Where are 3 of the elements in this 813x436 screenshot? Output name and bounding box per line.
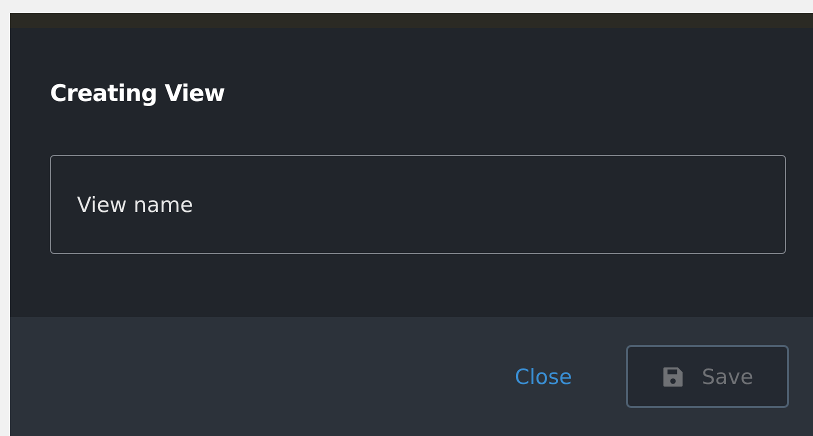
dialog-title: Creating View (50, 81, 225, 107)
close-button[interactable]: Close (510, 360, 576, 392)
view-name-field[interactable]: View name (50, 155, 786, 254)
